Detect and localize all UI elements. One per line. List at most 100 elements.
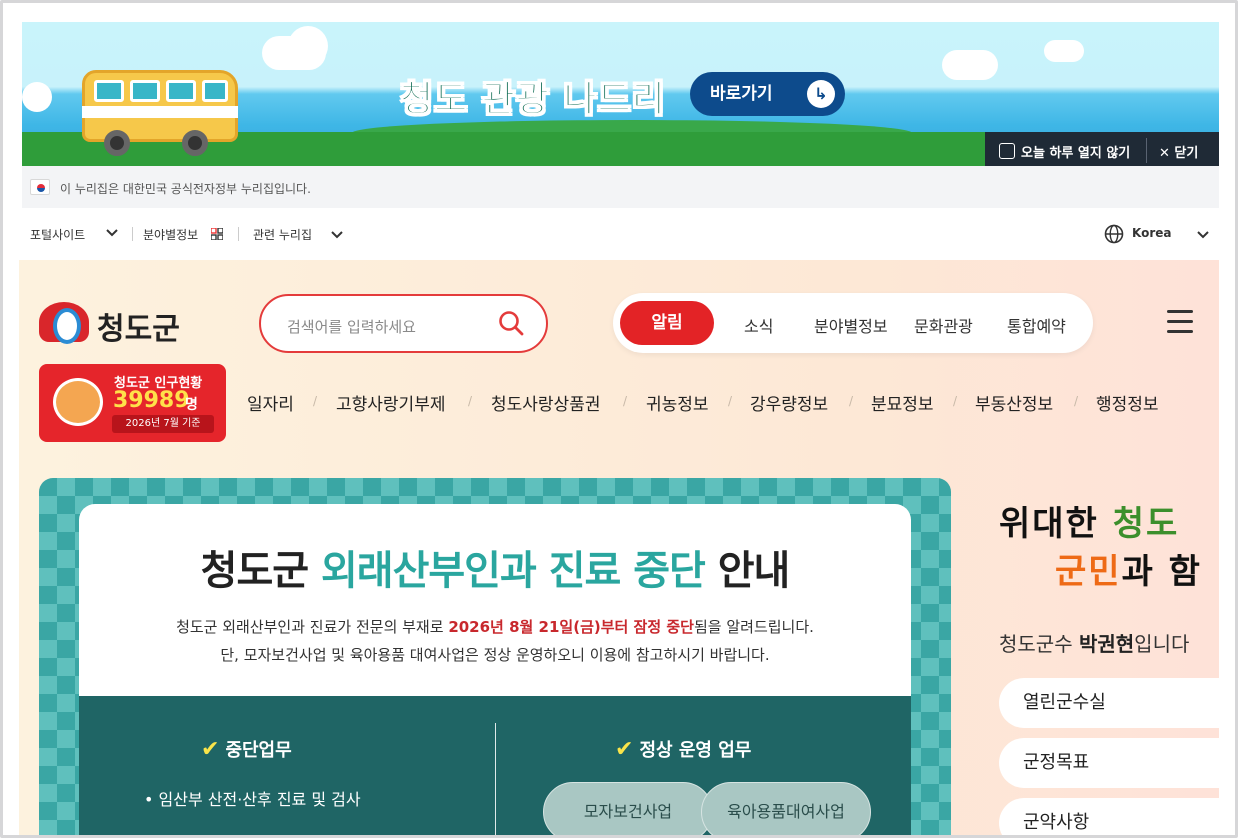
search-icon[interactable] bbox=[498, 310, 524, 336]
cloud-decoration bbox=[1044, 40, 1084, 62]
cheongdo-emblem-icon bbox=[39, 302, 89, 344]
gov-official-strip: 이 누리집은 대한민국 공식전자정부 누리집입니다. bbox=[22, 166, 1219, 208]
suspended-item: • 임산부 산전·산후 진료 및 검사 bbox=[144, 790, 361, 809]
hamburger-menu-icon[interactable] bbox=[1167, 310, 1193, 334]
nav-item-culture-tourism[interactable]: 문화관광 bbox=[914, 313, 973, 337]
baby-goods-rental-badge: 육아용품대여사업 bbox=[701, 782, 871, 838]
slogan-highlight: 청도 bbox=[1112, 504, 1180, 544]
notice-title-highlight: 외래산부인과 진료 중단 bbox=[320, 548, 706, 594]
quick-link-admin-info[interactable]: 행정정보 bbox=[1096, 390, 1159, 415]
notice-line-1: 청도군 외래산부인과 진료가 전문의 부재로 2026년 8월 21일(금)부터… bbox=[79, 616, 911, 637]
divider: / bbox=[1074, 394, 1079, 408]
field-info-label: 분야별정보 bbox=[143, 228, 199, 242]
divider: / bbox=[468, 394, 473, 408]
mayor-prefix: 청도군수 bbox=[999, 632, 1079, 656]
slogan-text: 과 함 bbox=[1121, 552, 1202, 592]
notice-header: 청도군 외래산부인과 진료 중단 안내 청도군 외래산부인과 진료가 전문의 부… bbox=[79, 504, 911, 700]
bus-illustration bbox=[82, 70, 238, 156]
site-logo[interactable]: 청도군 bbox=[39, 302, 199, 347]
language-label: Korea bbox=[1132, 226, 1172, 240]
mayor-name: 박권현 bbox=[1078, 632, 1135, 656]
language-selector[interactable]: Korea bbox=[1132, 226, 1172, 240]
mayor-intro: 청도군수 박권현입니다 bbox=[999, 628, 1189, 657]
banner-go-button[interactable]: 바로가기 ↳ bbox=[690, 72, 845, 116]
divider: / bbox=[313, 394, 318, 408]
check-icon: ✔ bbox=[201, 737, 220, 762]
pledges-link[interactable]: 군약사항 bbox=[999, 798, 1219, 838]
divider bbox=[1146, 138, 1147, 163]
utility-bar: 포털사이트 분야별정보 관련 누리집 Korea bbox=[22, 208, 1219, 260]
nav-item-notice[interactable]: 알림 bbox=[620, 301, 714, 345]
quick-link-rainfall[interactable]: 강우량정보 bbox=[750, 390, 828, 415]
population-count: 39989 bbox=[113, 388, 190, 413]
portal-site-dropdown[interactable]: 포털사이트 bbox=[30, 226, 85, 243]
banner-go-label: 바로가기 bbox=[710, 84, 773, 104]
normal-operation-heading: ✔ 정상 운영 업무 bbox=[615, 736, 751, 762]
divider: / bbox=[953, 394, 958, 408]
slogan-highlight: 군민 bbox=[1055, 552, 1122, 592]
divider: / bbox=[728, 394, 733, 408]
cow-mascot-icon bbox=[53, 378, 103, 426]
close-label: 닫기 bbox=[1174, 146, 1199, 161]
population-unit: 명 bbox=[185, 397, 198, 413]
open-mayor-office-link[interactable]: 열린군수실 bbox=[999, 678, 1219, 728]
gov-official-text: 이 누리집은 대한민국 공식전자정부 누리집입니다. bbox=[60, 182, 311, 196]
mayor-panel: 위대한 청도 군민과 함 청도군수 박권현입니다 열린군수실 군정목표 군약사항 bbox=[999, 496, 1219, 838]
quick-link-real-estate[interactable]: 부동산정보 bbox=[975, 390, 1053, 415]
field-info-menu[interactable]: 분야별정보 bbox=[143, 226, 198, 243]
mayor-suffix: 입니다 bbox=[1134, 632, 1190, 656]
county-goals-link[interactable]: 군정목표 bbox=[999, 738, 1219, 788]
notice-date-highlight: 2026년 8월 21일(금)부터 잠정 중단 bbox=[448, 618, 694, 636]
dont-show-today-label[interactable]: 오늘 하루 열지 않기 bbox=[1021, 142, 1130, 161]
slogan-text: 위대한 bbox=[999, 504, 1113, 544]
divider: / bbox=[849, 394, 854, 408]
nav-item-reservation[interactable]: 통합예약 bbox=[1007, 313, 1066, 337]
cloud-decoration bbox=[942, 50, 998, 80]
notice-text: 됨을 알려드립니다. bbox=[693, 618, 814, 636]
quick-link-jobs[interactable]: 일자리 bbox=[247, 390, 294, 415]
main-hero: 청도군 검색어를 입력하세요 알림 소식 분야별정보 문화관광 통합예약 청도군… bbox=[19, 260, 1219, 838]
quick-link-gift-certificate[interactable]: 청도사랑상품권 bbox=[491, 390, 600, 415]
arrow-return-icon: ↳ bbox=[807, 80, 835, 108]
portal-label: 포털사이트 bbox=[30, 228, 86, 242]
quick-link-hometown-donation[interactable]: 고향사랑기부제 bbox=[336, 390, 445, 415]
notice-title: 청도군 외래산부인과 진료 중단 안내 bbox=[79, 538, 911, 596]
chevron-down-icon bbox=[331, 231, 343, 239]
banner-close-button[interactable]: ✕ 닫기 bbox=[1159, 142, 1198, 161]
nav-item-news[interactable]: 소식 bbox=[744, 313, 773, 337]
main-nav: 알림 소식 분야별정보 문화관광 통합예약 bbox=[613, 293, 1093, 353]
divider bbox=[238, 227, 239, 241]
related-sites-dropdown[interactable]: 관련 누리집 bbox=[253, 226, 312, 243]
grid-icon bbox=[211, 228, 223, 240]
maternal-health-badge: 모자보건사업 bbox=[543, 782, 713, 838]
korea-flag-icon bbox=[30, 179, 50, 195]
close-icon: ✕ bbox=[1159, 146, 1175, 161]
population-card[interactable]: 청도군 인구현황 39989 명 2026년 7월 기준 bbox=[39, 364, 226, 442]
dont-show-today-checkbox[interactable] bbox=[999, 143, 1015, 159]
notice-title-part: 안내 bbox=[704, 548, 791, 594]
divider bbox=[495, 723, 496, 838]
population-date: 2026년 7월 기준 bbox=[112, 415, 214, 433]
nav-item-field-info[interactable]: 분야별정보 bbox=[814, 313, 888, 337]
slogan-line-1: 위대한 청도 bbox=[999, 496, 1179, 545]
chevron-down-icon bbox=[1197, 231, 1209, 239]
search-input[interactable]: 검색어를 입력하세요 bbox=[287, 316, 416, 337]
globe-icon bbox=[1104, 224, 1124, 244]
check-icon: ✔ bbox=[615, 737, 634, 762]
cloud-decoration bbox=[22, 82, 52, 112]
related-label: 관련 누리집 bbox=[253, 228, 313, 242]
notice-line-2: 단, 모자보건사업 및 육아용품 대여사업은 정상 운영하오니 이용에 참고하시… bbox=[220, 646, 770, 664]
suspended-heading-label: 중단업무 bbox=[225, 740, 292, 761]
quick-link-farming-info[interactable]: 귀농정보 bbox=[646, 390, 709, 415]
cloud-decoration bbox=[288, 26, 328, 66]
notice-popup-card[interactable]: 청도군 외래산부인과 진료 중단 안내 청도군 외래산부인과 진료가 전문의 부… bbox=[39, 478, 951, 838]
chevron-down-icon bbox=[106, 229, 118, 237]
normal-operation-heading-label: 정상 운영 업무 bbox=[639, 740, 752, 761]
search-box[interactable]: 검색어를 입력하세요 bbox=[259, 294, 548, 353]
banner-control-bar: 오늘 하루 열지 않기 ✕ 닫기 bbox=[985, 132, 1219, 169]
notice-title-part: 청도군 bbox=[200, 548, 321, 594]
slogan-line-2: 군민과 함 bbox=[1055, 544, 1202, 593]
notice-text: 청도군 외래산부인과 진료가 전문의 부재로 bbox=[176, 618, 449, 636]
divider: / bbox=[623, 394, 628, 408]
quick-link-grave-info[interactable]: 분묘정보 bbox=[871, 390, 934, 415]
